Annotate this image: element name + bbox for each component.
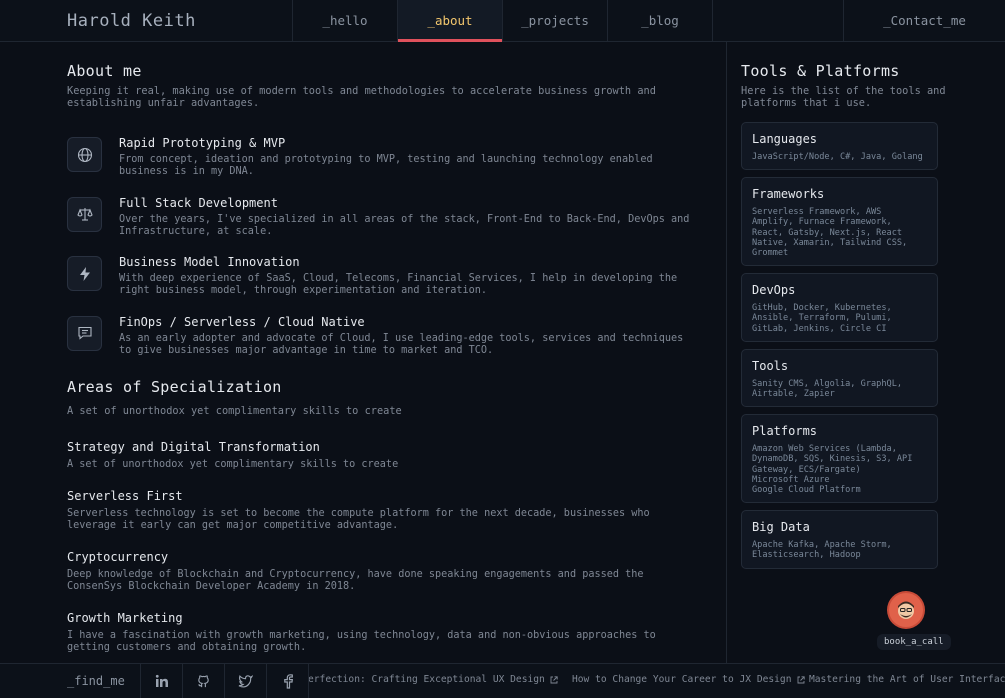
ticker-item-label: How to Change Your Career to JX Design	[572, 674, 792, 685]
footer: _find_me erfection: Crafting Exceptional…	[0, 663, 1005, 698]
facebook-icon	[283, 673, 293, 689]
specialization-item: Growth Marketing I have a fascination wi…	[67, 611, 726, 654]
tool-card-title: Big Data	[752, 520, 810, 535]
linkedin-link[interactable]	[141, 664, 183, 698]
github-icon	[198, 674, 209, 687]
specialization-item-title: Strategy and Digital Transformation	[67, 440, 320, 454]
specialization-item-desc: I have a fascination with growth marketi…	[67, 630, 656, 653]
service-item: Full Stack Development Over the years, I…	[67, 195, 726, 257]
book-call-avatar-button[interactable]	[889, 593, 923, 627]
tool-card-body: GitHub, Docker, Kubernetes, Ansible, Ter…	[752, 303, 892, 334]
services-list: Rapid Prototyping & MVP From concept, id…	[67, 136, 726, 376]
book-call-label[interactable]: book_a_call	[877, 634, 951, 650]
tab-hello[interactable]: _hello	[293, 0, 398, 41]
tools-sidebar: Tools & Platforms Here is the list of th…	[726, 42, 1005, 663]
ticker-item[interactable]: erfection: Crafting Exceptional UX Desig…	[309, 674, 558, 685]
globe-icon	[67, 137, 102, 172]
about-subtitle: Keeping it real, making use of modern to…	[67, 85, 656, 109]
tool-card-platforms: Platforms Amazon Web Services (Lambda, D…	[741, 414, 938, 504]
tab-contact[interactable]: _Contact_me	[843, 0, 1005, 41]
specialization-item-title: Cryptocurrency	[67, 550, 169, 564]
specialization-item-title: Serverless First	[67, 489, 183, 503]
tool-card-body: Amazon Web Services (Lambda, DynamoDB, S…	[752, 444, 913, 496]
specialization-item: Serverless First Serverless technology i…	[67, 489, 726, 532]
find-me-label: _find_me	[0, 664, 141, 698]
specialization-item-title: Growth Marketing	[67, 611, 183, 625]
tool-card-tools: Tools Sanity CMS, Algolia, GraphQL, Airt…	[741, 348, 938, 408]
specialization-item-desc: Serverless technology is set to become t…	[67, 508, 650, 531]
specialization-title: Areas of Specialization	[67, 378, 282, 396]
service-desc: From concept, ideation and prototyping t…	[119, 154, 653, 177]
tool-card-body: Apache Kafka, Apache Storm, Elasticsearc…	[752, 540, 892, 561]
service-title: Rapid Prototyping & MVP	[119, 136, 286, 150]
tool-card-devops: DevOps GitHub, Docker, Kubernetes, Ansib…	[741, 273, 938, 342]
service-desc: With deep experience of SaaS, Cloud, Tel…	[119, 273, 678, 296]
tool-card-title: Languages	[752, 132, 818, 146]
service-item: Business Model Innovation With deep expe…	[67, 255, 726, 316]
blog-ticker: erfection: Crafting Exceptional UX Desig…	[309, 664, 1005, 698]
avatar-icon	[898, 601, 914, 619]
tool-card-title: Platforms	[752, 424, 818, 439]
external-link-icon	[550, 675, 558, 683]
linkedin-icon	[155, 674, 168, 687]
tool-card-body: Serverless Framework, AWS Amplify, Furna…	[752, 207, 908, 259]
external-link-icon	[797, 675, 805, 683]
specialization-item: Cryptocurrency Deep knowledge of Blockch…	[67, 550, 726, 593]
tool-card-title: DevOps	[752, 283, 796, 298]
service-title: Full Stack Development	[119, 195, 278, 210]
tool-card-frameworks: Frameworks Serverless Framework, AWS Amp…	[741, 177, 938, 267]
tool-card-title: Tools	[752, 358, 789, 373]
facebook-link[interactable]	[267, 664, 309, 698]
github-link[interactable]	[183, 664, 225, 698]
lightning-icon	[67, 256, 102, 291]
about-title: About me	[67, 62, 142, 80]
specialization-subtitle: A set of unorthodox yet complimentary sk…	[67, 405, 402, 417]
tool-card-languages: Languages JavaScript/Node, C#, Java, Gol…	[741, 122, 938, 171]
tool-card-big-data: Big Data Apache Kafka, Apache Storm, Ela…	[741, 510, 938, 569]
tools-subtitle: Here is the list of the tools and platfo…	[741, 85, 946, 109]
top-nav: Harold Keith _hello _about _projects _bl…	[0, 0, 1005, 42]
service-desc: As an early adopter and advocate of Clou…	[119, 332, 684, 356]
ticker-item-label: Mastering the Art of User Interface De	[809, 674, 1005, 685]
main-content: About me Keeping it real, making use of …	[0, 42, 726, 663]
tool-card-title: Frameworks	[752, 187, 825, 202]
ticker-item[interactable]: Mastering the Art of User Interface De	[809, 674, 1005, 685]
ticker-item[interactable]: How to Change Your Career to JX Design	[572, 674, 805, 685]
twitter-link[interactable]	[225, 664, 267, 698]
tab-projects[interactable]: _projects	[503, 0, 608, 41]
ticker-item-label: erfection: Crafting Exceptional UX Desig…	[309, 674, 545, 685]
service-title: FinOps / Serverless / Cloud Native	[119, 314, 365, 329]
service-item: Rapid Prototyping & MVP From concept, id…	[67, 136, 726, 197]
brand-name[interactable]: Harold Keith	[0, 0, 293, 41]
scale-icon	[67, 196, 102, 232]
tab-about[interactable]: _about	[398, 0, 503, 42]
service-item: FinOps / Serverless / Cloud Native As an…	[67, 314, 726, 376]
tab-blog[interactable]: _blog	[608, 0, 713, 41]
chat-icon	[67, 315, 102, 351]
specialization-item-desc: Deep knowledge of Blockchain and Cryptoc…	[67, 569, 644, 592]
tool-card-body: Sanity CMS, Algolia, GraphQL, Airtable, …	[752, 378, 903, 400]
service-title: Business Model Innovation	[119, 255, 300, 269]
twitter-icon	[238, 675, 253, 688]
specialization-item: Strategy and Digital Transformation A se…	[67, 440, 726, 471]
tool-card-body: JavaScript/Node, C#, Java, Golang	[752, 152, 923, 162]
service-desc: Over the years, I've specialized in all …	[119, 213, 690, 237]
specialization-item-desc: A set of unorthodox yet complimentary sk…	[67, 459, 399, 470]
tools-title: Tools & Platforms	[741, 62, 900, 80]
